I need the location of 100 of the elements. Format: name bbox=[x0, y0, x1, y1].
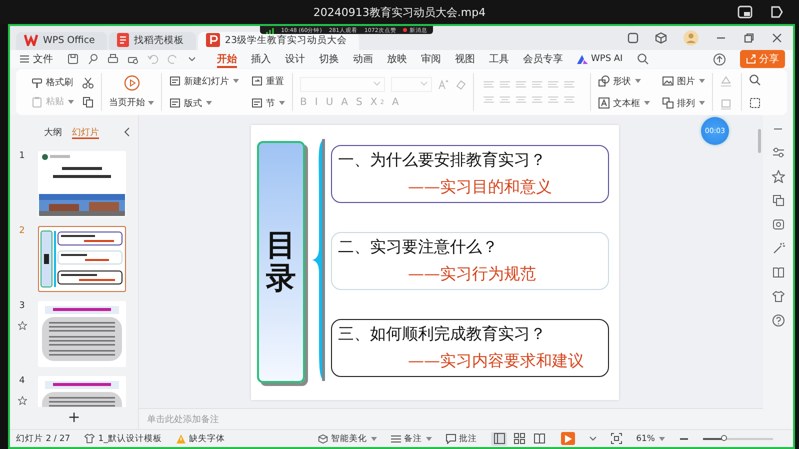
contents-subtitle: ——实习目的和意义 bbox=[407, 177, 553, 198]
ribbon-tab[interactable]: 工具 bbox=[489, 50, 509, 68]
caret-icon bbox=[279, 101, 285, 105]
ribbon-tab[interactable]: 视图 bbox=[455, 50, 475, 68]
ribbon-tab[interactable]: 设计 bbox=[285, 50, 305, 68]
reset-icon bbox=[251, 75, 263, 87]
picture-in-picture-icon[interactable] bbox=[737, 4, 753, 20]
presentation-icon bbox=[206, 33, 220, 47]
restore-icon[interactable] bbox=[743, 32, 755, 44]
caret-icon bbox=[68, 100, 74, 104]
caret-icon bbox=[635, 79, 641, 83]
cube-icon[interactable] bbox=[655, 32, 667, 44]
panel-tab[interactable]: 大纲 bbox=[44, 125, 62, 139]
copy-icon[interactable] bbox=[82, 96, 94, 108]
search-icon[interactable] bbox=[636, 53, 649, 65]
ribbon-tab[interactable]: 放映 bbox=[387, 50, 407, 68]
chevron-down-icon[interactable] bbox=[187, 54, 197, 64]
file-menu[interactable]: 文件 bbox=[20, 52, 53, 66]
chevron-down-icon bbox=[373, 81, 381, 87]
warning-icon bbox=[176, 434, 186, 444]
play-from-current-button[interactable]: 当页开始 bbox=[109, 75, 154, 109]
chevron-down-icon bbox=[420, 81, 428, 87]
copy-icon[interactable] bbox=[772, 194, 784, 207]
layers-icon bbox=[662, 97, 674, 109]
save-icon[interactable] bbox=[67, 53, 79, 65]
search-icon[interactable] bbox=[749, 74, 762, 87]
normal-view-icon bbox=[494, 433, 505, 444]
cube-icon bbox=[318, 434, 328, 444]
scissors-icon[interactable] bbox=[82, 76, 94, 88]
format-painter-button[interactable]: 格式刷 bbox=[31, 76, 73, 89]
document-tab[interactable]: 找稻壳模板 bbox=[108, 32, 196, 50]
sorter-view-button[interactable] bbox=[511, 432, 528, 446]
notes-button[interactable]: 备注 bbox=[391, 432, 432, 444]
close-icon[interactable] bbox=[771, 32, 783, 44]
contents-title-box: 目录 bbox=[257, 141, 305, 383]
contents-subtitle: ——实习行为规范 bbox=[407, 264, 537, 285]
ribbon-tab[interactable]: 会员专享 bbox=[523, 50, 563, 68]
cloud-upload-icon[interactable] bbox=[713, 52, 726, 66]
book-icon[interactable] bbox=[772, 266, 784, 279]
zoom-slider-thumb[interactable] bbox=[721, 434, 727, 440]
slide-number: 2 bbox=[19, 226, 25, 236]
image-icon bbox=[662, 75, 674, 87]
slideshow-button[interactable] bbox=[561, 432, 576, 445]
caret-icon bbox=[148, 100, 154, 104]
reading-view-button[interactable] bbox=[531, 432, 548, 446]
zoom-select[interactable]: 61% bbox=[636, 434, 665, 444]
wps-ai-tab[interactable]: WPS AI bbox=[577, 50, 623, 68]
menu-icon bbox=[20, 55, 29, 63]
reset-button[interactable]: 重置 bbox=[251, 74, 285, 88]
section-button[interactable]: 节 bbox=[251, 96, 285, 110]
caret-icon bbox=[206, 101, 212, 105]
document-tab[interactable]: WPS Office bbox=[16, 32, 107, 50]
image-edit-icon[interactable] bbox=[772, 218, 784, 231]
picture-button[interactable]: 图片 bbox=[662, 74, 705, 88]
missing-font-button[interactable]: 缺失字体 bbox=[176, 432, 225, 444]
clipboard-icon bbox=[31, 96, 43, 108]
layout-button[interactable]: 版式 bbox=[169, 96, 239, 110]
document-tab[interactable]: 23级学生教育实习动员大会 bbox=[198, 32, 359, 50]
add-slide-button[interactable]: + bbox=[68, 409, 80, 425]
newslide-button[interactable]: 新建幻灯片 bbox=[169, 74, 239, 88]
collapse-icon[interactable] bbox=[123, 127, 131, 137]
window-icon[interactable] bbox=[627, 32, 639, 44]
ribbon-tab[interactable]: 插入 bbox=[251, 50, 271, 68]
caret-icon bbox=[699, 101, 705, 105]
slide-layout-icon bbox=[169, 75, 181, 87]
ribbon-tab[interactable]: 开始 bbox=[217, 50, 237, 68]
select-icon[interactable] bbox=[749, 97, 762, 110]
print-icon[interactable] bbox=[107, 53, 119, 65]
section-icon bbox=[251, 97, 263, 109]
slide-count: 幻灯片 2 / 27 bbox=[16, 432, 70, 444]
star-icon[interactable] bbox=[772, 170, 784, 183]
normal-view-button[interactable] bbox=[491, 432, 508, 446]
slide-layout-icon bbox=[169, 97, 181, 109]
shape-button[interactable]: 形状 bbox=[598, 74, 650, 88]
arrange-button[interactable]: 排列 bbox=[662, 96, 705, 110]
chevron-down-icon[interactable] bbox=[589, 436, 598, 442]
comments-button[interactable]: 批注 bbox=[446, 432, 478, 444]
settings-sliders-icon[interactable] bbox=[772, 146, 784, 159]
contents-question: 三、如何顺利完成教育实习？ bbox=[338, 324, 547, 345]
slide-number: 4 bbox=[19, 376, 25, 386]
caret-icon bbox=[699, 79, 705, 83]
scrollbar[interactable] bbox=[758, 129, 761, 153]
textbox-button[interactable]: 文本框 bbox=[598, 96, 650, 110]
share-icon bbox=[746, 54, 756, 64]
ribbon-tab[interactable]: 审阅 bbox=[421, 50, 441, 68]
ribbon-tab[interactable]: 切换 bbox=[319, 50, 339, 68]
caret-icon bbox=[233, 79, 239, 83]
help-icon[interactable] bbox=[772, 314, 784, 327]
play-icon bbox=[564, 434, 572, 442]
fit-window-icon[interactable] bbox=[611, 433, 622, 444]
contents-question: 一、为什么要安排教育实习？ bbox=[338, 150, 547, 171]
shirt-icon[interactable] bbox=[772, 290, 784, 303]
comment-icon bbox=[446, 434, 456, 444]
pin-icon[interactable] bbox=[769, 4, 785, 20]
magic-wand-icon[interactable] bbox=[772, 242, 784, 255]
caret-icon bbox=[644, 101, 650, 105]
caret-icon bbox=[659, 436, 665, 440]
smart-beautify-button[interactable]: 智能美化 bbox=[318, 432, 378, 444]
ribbon-tab[interactable]: 动画 bbox=[353, 50, 373, 68]
template-button[interactable]: 1_默认设计模板 bbox=[84, 432, 162, 444]
